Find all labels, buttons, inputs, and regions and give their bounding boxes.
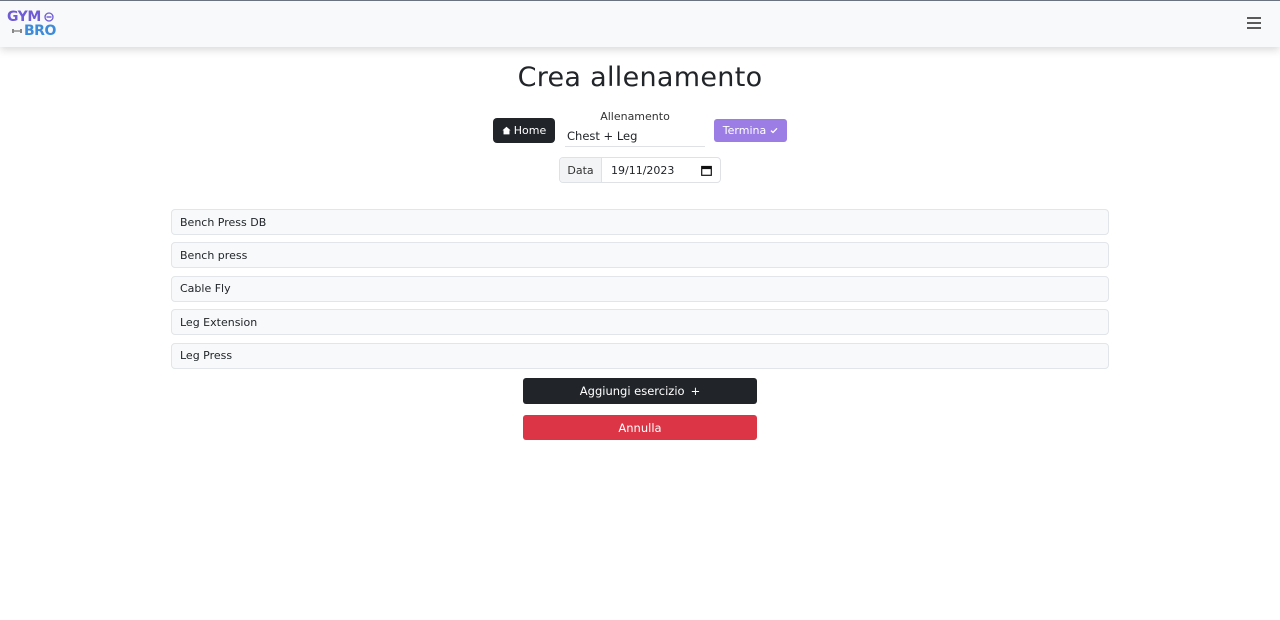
home-button-label: Home — [513, 124, 547, 137]
cancel-button[interactable]: Annulla — [523, 415, 757, 440]
check-icon — [770, 127, 778, 134]
date-label: Data — [560, 158, 602, 182]
navbar: GYM BRO — [0, 0, 1280, 47]
finish-button[interactable]: Termina — [714, 119, 787, 142]
finish-button-label: Termina — [722, 124, 767, 137]
workout-name-input[interactable] — [565, 126, 705, 147]
house-icon — [502, 126, 511, 135]
calendar-icon[interactable] — [701, 165, 712, 176]
exercise-item[interactable]: Cable Fly — [171, 275, 1109, 302]
dumbbell-small-icon — [12, 29, 22, 33]
exercise-list: Bench Press DB Bench press Cable Fly Leg… — [171, 209, 1109, 376]
date-input-group: Data 19/11/2023 — [559, 157, 721, 183]
date-value: 19/11/2023 — [611, 163, 675, 177]
app-logo[interactable]: GYM BRO — [7, 9, 57, 41]
logo-text-bottom: BRO — [24, 23, 56, 39]
home-button[interactable]: Home — [493, 118, 555, 143]
page-title: Crea allenamento — [517, 62, 763, 93]
dumbbell-icon — [44, 12, 54, 22]
exercise-item[interactable]: Bench Press DB — [171, 209, 1109, 235]
cancel-button-label: Annulla — [618, 420, 662, 435]
exercise-item[interactable]: Bench press — [171, 242, 1109, 269]
add-exercise-button[interactable]: Aggiungi esercizio + — [523, 378, 757, 404]
add-exercise-label: Aggiungi esercizio — [579, 384, 685, 398]
date-input[interactable]: 19/11/2023 — [602, 158, 720, 182]
plus-icon: + — [690, 384, 701, 398]
workout-name-label: Allenamento — [600, 110, 670, 123]
exercise-item[interactable]: Leg Extension — [171, 309, 1109, 336]
exercise-item[interactable]: Leg Press — [171, 342, 1109, 369]
hamburger-icon[interactable] — [1247, 17, 1261, 29]
